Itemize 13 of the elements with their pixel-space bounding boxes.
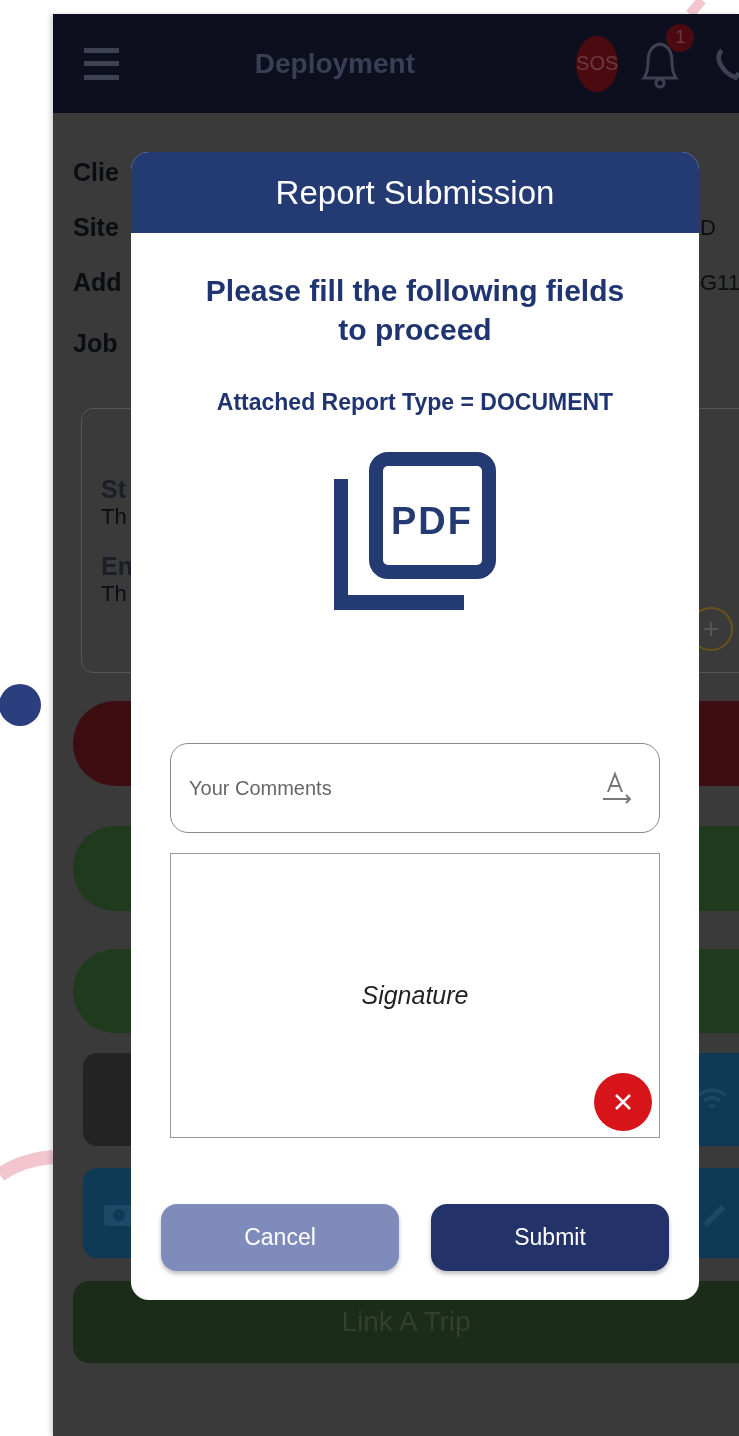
menu-icon[interactable] bbox=[84, 47, 119, 80]
submit-button[interactable]: Submit bbox=[431, 1204, 669, 1271]
close-icon bbox=[613, 1092, 633, 1112]
report-type-text: Attached Report Type = DOCUMENT bbox=[216, 389, 614, 416]
comments-field[interactable]: Your Comments bbox=[170, 743, 660, 833]
decorative-curve bbox=[0, 1150, 54, 1181]
dialog-title: Report Submission bbox=[275, 173, 555, 212]
cancel-button[interactable]: Cancel bbox=[161, 1204, 399, 1271]
text-format-icon bbox=[600, 770, 634, 806]
signature-label: Signature bbox=[361, 981, 469, 1010]
signature-pad[interactable]: Signature bbox=[170, 853, 660, 1138]
clear-button[interactable] bbox=[594, 1073, 652, 1131]
dialog-heading: Please fill the following fields to proceed bbox=[204, 273, 626, 348]
